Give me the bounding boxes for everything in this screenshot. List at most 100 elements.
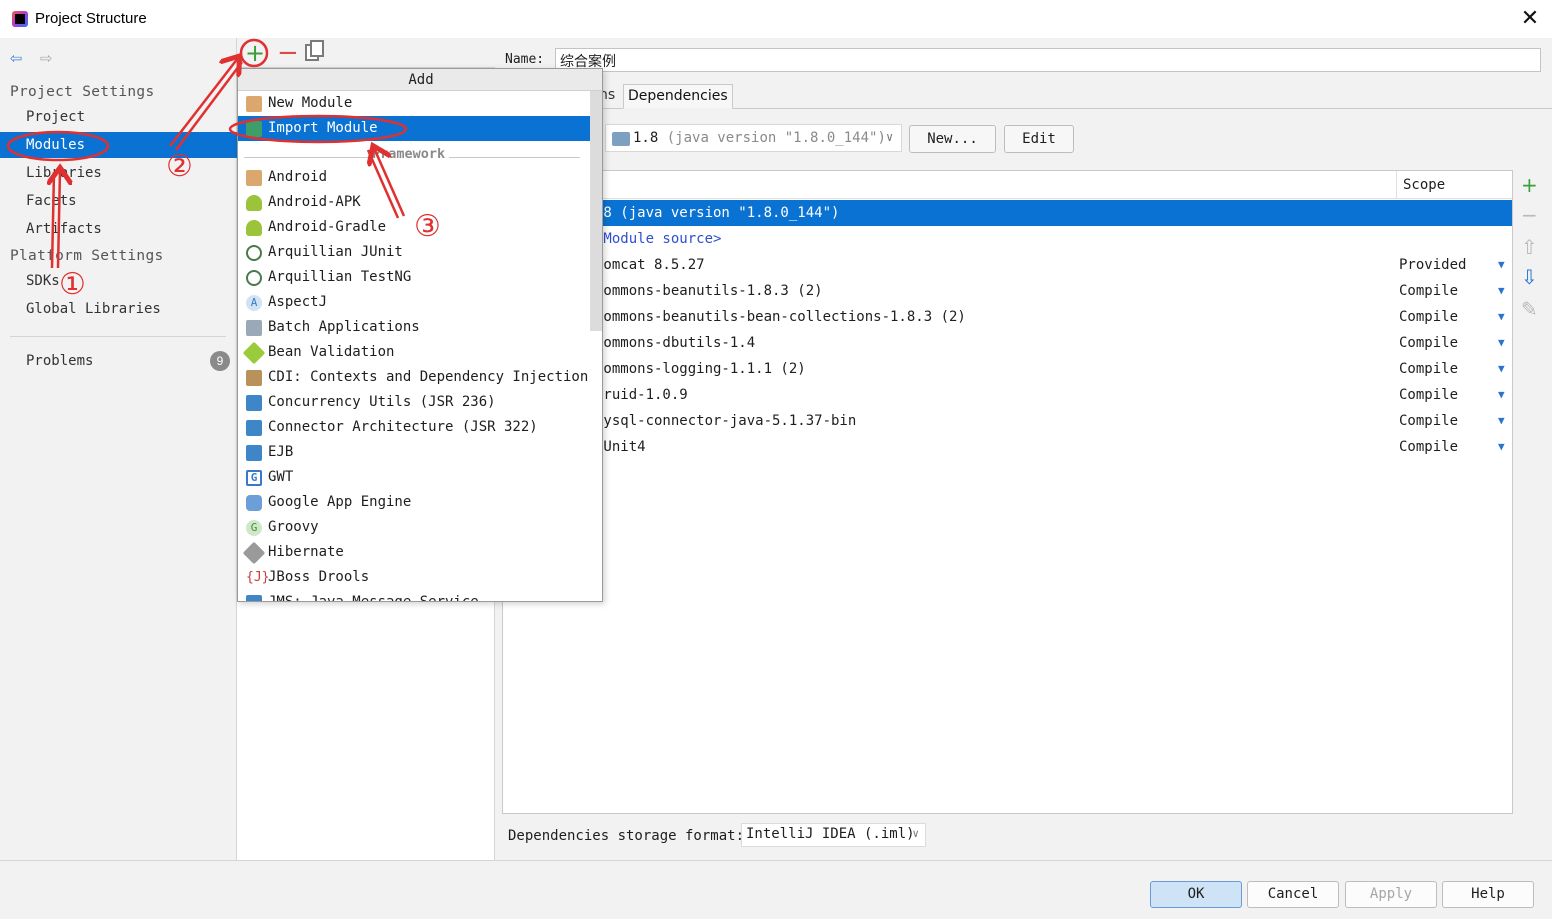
help-button[interactable]: Help bbox=[1442, 881, 1534, 908]
popup-menu-item[interactable]: G Groovy bbox=[238, 515, 590, 540]
move-up-icon[interactable]: ⇧ bbox=[1521, 236, 1538, 258]
tree-toolbar: + − bbox=[237, 38, 495, 68]
popup-title: Add bbox=[238, 69, 602, 91]
popup-menu-item-label: Android-Gradle bbox=[268, 219, 387, 235]
sidebar-item-sdks[interactable]: SDKs bbox=[0, 268, 237, 294]
popup-menu-item[interactable]: Connector Architecture (JSR 322) bbox=[238, 415, 590, 440]
popup-menu-item[interactable]: Batch Applications bbox=[238, 315, 590, 340]
scope-column-header[interactable]: Scope bbox=[1396, 171, 1512, 199]
scope-dropdown-icon[interactable]: ▼ bbox=[1498, 304, 1505, 330]
table-row[interactable]: commons-beanutils-bean-collections-1.8.3… bbox=[503, 304, 1512, 330]
dependency-name: <Module source> bbox=[595, 231, 722, 247]
back-arrow-icon[interactable]: ⇦ bbox=[10, 47, 22, 67]
storage-format-select[interactable]: IntelliJ IDEA (.iml) ∨ bbox=[741, 823, 926, 847]
table-row[interactable]: mysql-connector-java-5.1.37-bin Compile ▼ bbox=[503, 408, 1512, 434]
popup-menu-item-label: New Module bbox=[268, 95, 353, 111]
popup-menu-item[interactable]: Arquillian TestNG bbox=[238, 265, 590, 290]
module-sdk-select[interactable]: 1.8 (java version "1.8.0_144") ∨ bbox=[605, 124, 902, 152]
gwt-icon: G bbox=[246, 470, 262, 486]
table-row[interactable]: druid-1.0.9 Compile ▼ bbox=[503, 382, 1512, 408]
popup-menu-item[interactable]: New Module bbox=[238, 91, 590, 116]
sidebar-item-libraries[interactable]: Libraries bbox=[0, 160, 237, 186]
add-popup-menu: Add New Module Import Module Framework Andr… bbox=[237, 68, 603, 602]
dependency-scope[interactable]: Compile bbox=[1399, 278, 1458, 304]
remove-icon[interactable]: − bbox=[277, 39, 299, 67]
popup-menu-item-label: Import Module bbox=[268, 120, 378, 136]
module-details-panel: Name: 综合案例 ns Dependencies 1.8 (java ver… bbox=[495, 38, 1552, 860]
table-row[interactable]: Tomcat 8.5.27 Provided ▼ bbox=[503, 252, 1512, 278]
copy-icon[interactable] bbox=[305, 40, 324, 61]
table-row[interactable]: commons-dbutils-1.4 Compile ▼ bbox=[503, 330, 1512, 356]
sidebar-item-global-libraries[interactable]: Global Libraries bbox=[0, 296, 237, 322]
popup-menu-item[interactable]: {J} JBoss Drools bbox=[238, 565, 590, 590]
scope-dropdown-icon[interactable]: ▼ bbox=[1498, 382, 1505, 408]
add-dependency-icon[interactable]: + bbox=[1521, 174, 1538, 196]
popup-menu-item[interactable]: Import Module bbox=[238, 116, 590, 141]
dependency-scope[interactable]: Compile bbox=[1399, 304, 1458, 330]
table-row[interactable]: commons-beanutils-1.8.3 (2) Compile ▼ bbox=[503, 278, 1512, 304]
popup-menu-item[interactable]: G GWT bbox=[238, 465, 590, 490]
dependency-scope[interactable]: Compile bbox=[1399, 408, 1458, 434]
dependency-name: Tomcat 8.5.27 bbox=[595, 257, 705, 273]
jee-icon bbox=[246, 595, 262, 601]
dependency-scope[interactable]: Compile bbox=[1399, 434, 1458, 460]
dependency-name: druid-1.0.9 bbox=[595, 387, 688, 403]
scope-dropdown-icon[interactable]: ▼ bbox=[1498, 252, 1505, 278]
table-row[interactable]: <Module source> bbox=[503, 226, 1512, 252]
sidebar-item-modules[interactable]: Modules bbox=[0, 132, 237, 158]
sdk-detail: (java version "1.8.0_144") bbox=[666, 130, 886, 146]
sidebar-item-artifacts[interactable]: Artifacts bbox=[0, 216, 237, 242]
popup-menu-item[interactable]: Bean Validation bbox=[238, 340, 590, 365]
scope-dropdown-icon[interactable]: ▼ bbox=[1498, 330, 1505, 356]
cancel-button[interactable]: Cancel bbox=[1247, 881, 1339, 908]
table-row[interactable]: JUnit4 Compile ▼ bbox=[503, 434, 1512, 460]
close-icon[interactable]: ✕ bbox=[1518, 6, 1542, 30]
sdk-version: 1.8 bbox=[633, 130, 659, 146]
scope-dropdown-icon[interactable]: ▼ bbox=[1498, 356, 1505, 382]
add-icon[interactable]: + bbox=[245, 39, 265, 67]
popup-menu-item[interactable]: EJB bbox=[238, 440, 590, 465]
popup-scrollbar[interactable] bbox=[590, 91, 602, 331]
dependency-scope[interactable]: Compile bbox=[1399, 382, 1458, 408]
forward-arrow-icon[interactable]: ⇨ bbox=[40, 47, 52, 67]
storage-format-label: Dependencies storage format: bbox=[508, 828, 745, 844]
scope-dropdown-icon[interactable]: ▼ bbox=[1498, 278, 1505, 304]
sidebar-item-project[interactable]: Project bbox=[0, 104, 237, 130]
dependency-scope[interactable]: Compile bbox=[1399, 356, 1458, 382]
popup-menu-item[interactable]: Hibernate bbox=[238, 540, 590, 565]
sidebar-item-facets[interactable]: Facets bbox=[0, 188, 237, 214]
popup-menu-item-label: GWT bbox=[268, 469, 294, 485]
popup-menu-item-label: Connector Architecture (JSR 322) bbox=[268, 419, 538, 435]
move-down-icon[interactable]: ⇩ bbox=[1521, 266, 1538, 288]
jee-icon bbox=[246, 420, 262, 436]
arquillian-icon bbox=[246, 270, 262, 286]
popup-menu-item-label: Hibernate bbox=[268, 544, 344, 560]
popup-menu-item[interactable]: JMS: Java Message Service bbox=[238, 590, 590, 601]
dependency-name: commons-beanutils-1.8.3 (2) bbox=[595, 283, 823, 299]
jee-icon bbox=[246, 445, 262, 461]
popup-menu-item[interactable]: CDI: Contexts and Dependency Injection bbox=[238, 365, 590, 390]
remove-dependency-icon[interactable]: − bbox=[1521, 204, 1538, 226]
new-sdk-button[interactable]: New... bbox=[909, 125, 996, 153]
popup-menu-item[interactable]: A AspectJ bbox=[238, 290, 590, 315]
dependency-scope[interactable]: Provided bbox=[1399, 252, 1466, 278]
apply-button[interactable]: Apply bbox=[1345, 881, 1437, 908]
popup-menu-item-label: JBoss Drools bbox=[268, 569, 370, 585]
table-row[interactable]: .8 (java version "1.8.0_144") bbox=[503, 200, 1512, 226]
sidebar-item-problems[interactable]: Problems bbox=[0, 348, 237, 374]
popup-menu-item-label: Arquillian TestNG bbox=[268, 269, 412, 285]
tab-dependencies[interactable]: Dependencies bbox=[623, 84, 733, 109]
popup-menu-item[interactable]: Concurrency Utils (JSR 236) bbox=[238, 390, 590, 415]
dependency-scope[interactable]: Compile bbox=[1399, 330, 1458, 356]
scope-dropdown-icon[interactable]: ▼ bbox=[1498, 434, 1505, 460]
popup-menu-item[interactable]: Android bbox=[238, 165, 590, 190]
module-name-field[interactable]: 综合案例 bbox=[555, 48, 1541, 72]
popup-menu-item[interactable]: Google App Engine bbox=[238, 490, 590, 515]
project-settings-heading: Project Settings bbox=[10, 84, 155, 100]
ok-button[interactable]: OK bbox=[1150, 881, 1242, 908]
edit-pencil-icon[interactable]: ✎ bbox=[1521, 298, 1538, 320]
edit-sdk-button[interactable]: Edit bbox=[1004, 125, 1074, 153]
dependencies-table: Scope .8 (java version "1.8.0_144") <Modu… bbox=[502, 170, 1513, 814]
table-row[interactable]: commons-logging-1.1.1 (2) Compile ▼ bbox=[503, 356, 1512, 382]
scope-dropdown-icon[interactable]: ▼ bbox=[1498, 408, 1505, 434]
